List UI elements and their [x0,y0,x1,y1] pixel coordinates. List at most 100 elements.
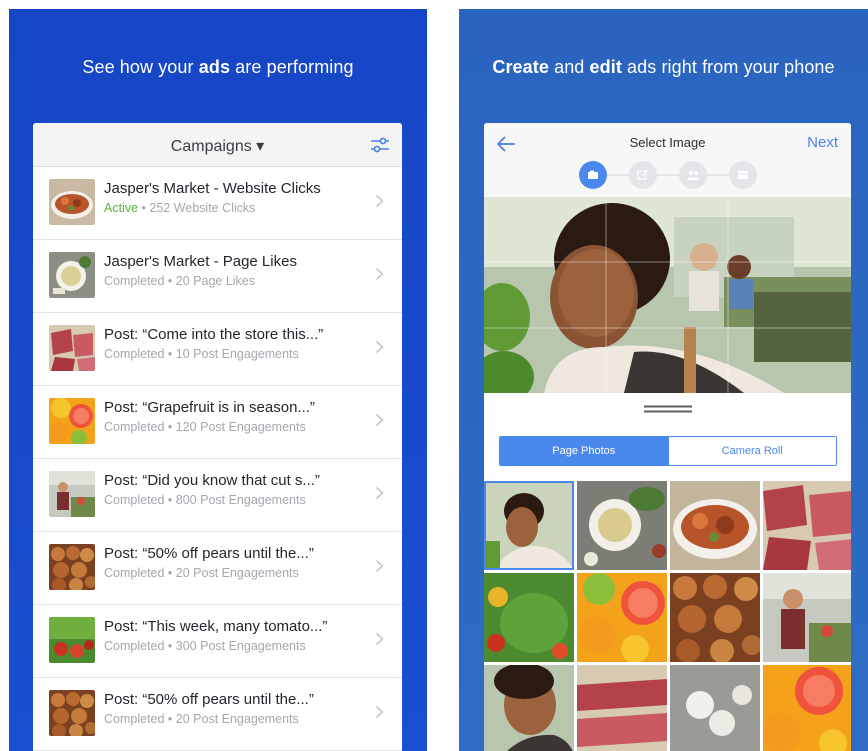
photo-source-toggle: Page Photos Camera Roll [499,436,837,466]
status-completed: Completed [104,566,165,580]
right-headline: Create and edit ads right from your phon… [459,57,868,78]
photo-thumbnail[interactable] [484,481,574,570]
status-completed: Completed [104,274,165,288]
campaign-status: Completed • 20 Post Engagements [104,712,299,726]
campaign-row[interactable]: Jasper's Market - Page Likes Completed •… [33,240,402,313]
food-thumbnail [49,252,95,298]
photo-thumbnail[interactable] [763,481,851,570]
pears-thumbnail [49,544,95,590]
page-title: Select Image [629,135,706,150]
headline-text: and [548,57,590,77]
food-thumbnail [49,179,95,225]
campaigns-header: Campaigns ▾ [33,123,402,167]
campaign-detail: • 20 Post Engagements [164,566,299,580]
campaign-name: Post: “Did you know that cut s...” [104,472,320,489]
drag-handle-icon[interactable] [644,405,692,413]
photo-thumbnail[interactable] [577,573,667,662]
campaign-name: Jasper's Market - Page Likes [104,253,297,270]
chevron-right-icon [375,340,384,354]
campaign-detail: • 120 Post Engagements [164,420,306,434]
chevron-right-icon [375,413,384,427]
step-connector [707,174,729,176]
select-image-card: Select Image Next Page Photos Camera Rol… [484,123,851,751]
campaign-row[interactable]: Post: “Come into the store this...” Comp… [33,313,402,386]
headline-text: ads right from your phone [621,57,835,77]
campaign-row[interactable]: Jasper's Market - Website Clicks Active … [33,167,402,240]
campaign-status: Completed • 300 Post Engagements [104,639,306,653]
status-completed: Completed [104,347,165,361]
headline-text: See how your [82,57,199,77]
campaign-name: Post: “50% off pears until the...” [104,545,314,562]
photo-thumbnail[interactable] [670,665,760,751]
campaign-row[interactable]: Post: “This week, many tomato...” Comple… [33,605,402,678]
campaign-name: Post: “50% off pears until the...” [104,691,314,708]
status-completed: Completed [104,639,165,653]
chevron-right-icon [375,705,384,719]
step-progress [579,161,759,189]
status-completed: Completed [104,493,165,507]
photo-thumbnail[interactable] [670,481,760,570]
campaign-status: Completed • 20 Post Engagements [104,566,299,580]
right-panel: Create and edit ads right from your phon… [459,9,868,751]
food-thumbnail [49,325,95,371]
campaign-name: Post: “Grapefruit is in season...” [104,399,315,416]
market-thumbnail [49,471,95,517]
campaign-name: Jasper's Market - Website Clicks [104,180,321,197]
chevron-right-icon [375,486,384,500]
photo-thumbnail[interactable] [577,481,667,570]
campaign-detail: • 10 Post Engagements [164,347,299,361]
campaign-row[interactable]: Post: “Did you know that cut s...” Compl… [33,459,402,532]
chevron-right-icon [375,559,384,573]
headline-bold: Create [492,57,549,77]
left-headline: See how your ads are performing [9,57,427,78]
campaign-detail: • 800 Post Engagements [164,493,306,507]
tab-camera-roll[interactable]: Camera Roll [667,437,836,465]
headline-text: are performing [230,57,354,77]
campaign-status: Completed • 10 Post Engagements [104,347,299,361]
chevron-right-icon [375,194,384,208]
campaign-status: Completed • 20 Page Likes [104,274,255,288]
left-panel: See how your ads are performing Campaign… [9,9,427,751]
crop-drag-area [484,393,851,433]
campaign-detail: • 300 Post Engagements [164,639,306,653]
campaign-detail: • 20 Page Likes [164,274,255,288]
campaign-row[interactable]: Post: “50% off pears until the...” Compl… [33,532,402,605]
chevron-right-icon [375,632,384,646]
photo-thumbnail[interactable] [484,665,574,751]
photo-thumbnail[interactable] [670,573,760,662]
step-edit-icon[interactable] [629,161,657,189]
step-connector [657,174,679,176]
step-budget-icon[interactable] [729,161,757,189]
photo-thumbnail[interactable] [763,573,851,662]
campaign-status: Completed • 120 Post Engagements [104,420,306,434]
campaign-detail: • 20 Post Engagements [164,712,299,726]
campaign-status: Active • 252 Website Clicks [104,201,255,215]
step-image-icon[interactable] [579,161,607,189]
photo-grid [484,481,851,751]
headline-bold: ads [198,57,231,77]
selected-photo-preview[interactable] [484,197,851,393]
campaign-name: Post: “This week, many tomato...” [104,618,328,635]
campaign-row[interactable]: Post: “Grapefruit is in season...” Compl… [33,386,402,459]
select-image-header: Select Image Next [484,123,851,197]
filter-sliders-icon[interactable] [370,137,390,153]
campaigns-card: Campaigns ▾ Jasper's Market - Website Cl… [33,123,402,751]
photo-thumbnail[interactable] [484,573,574,662]
campaign-detail: • 252 Website Clicks [138,201,256,215]
campaign-name: Post: “Come into the store this...” [104,326,324,343]
step-audience-icon[interactable] [679,161,707,189]
photo-thumbnail[interactable] [763,665,851,751]
status-completed: Completed [104,712,165,726]
next-button[interactable]: Next [807,134,838,151]
campaign-row[interactable]: Post: “50% off pears until the...” Compl… [33,678,402,751]
headline-bold: edit [589,57,622,77]
campaign-status: Completed • 800 Post Engagements [104,493,306,507]
tomato-thumbnail [49,617,95,663]
pears-thumbnail [49,690,95,736]
step-connector [607,174,629,176]
chevron-right-icon [375,267,384,281]
status-completed: Completed [104,420,165,434]
campaigns-dropdown[interactable]: Campaigns ▾ [33,136,402,156]
tab-page-photos[interactable]: Page Photos [500,437,668,465]
photo-thumbnail[interactable] [577,665,667,751]
